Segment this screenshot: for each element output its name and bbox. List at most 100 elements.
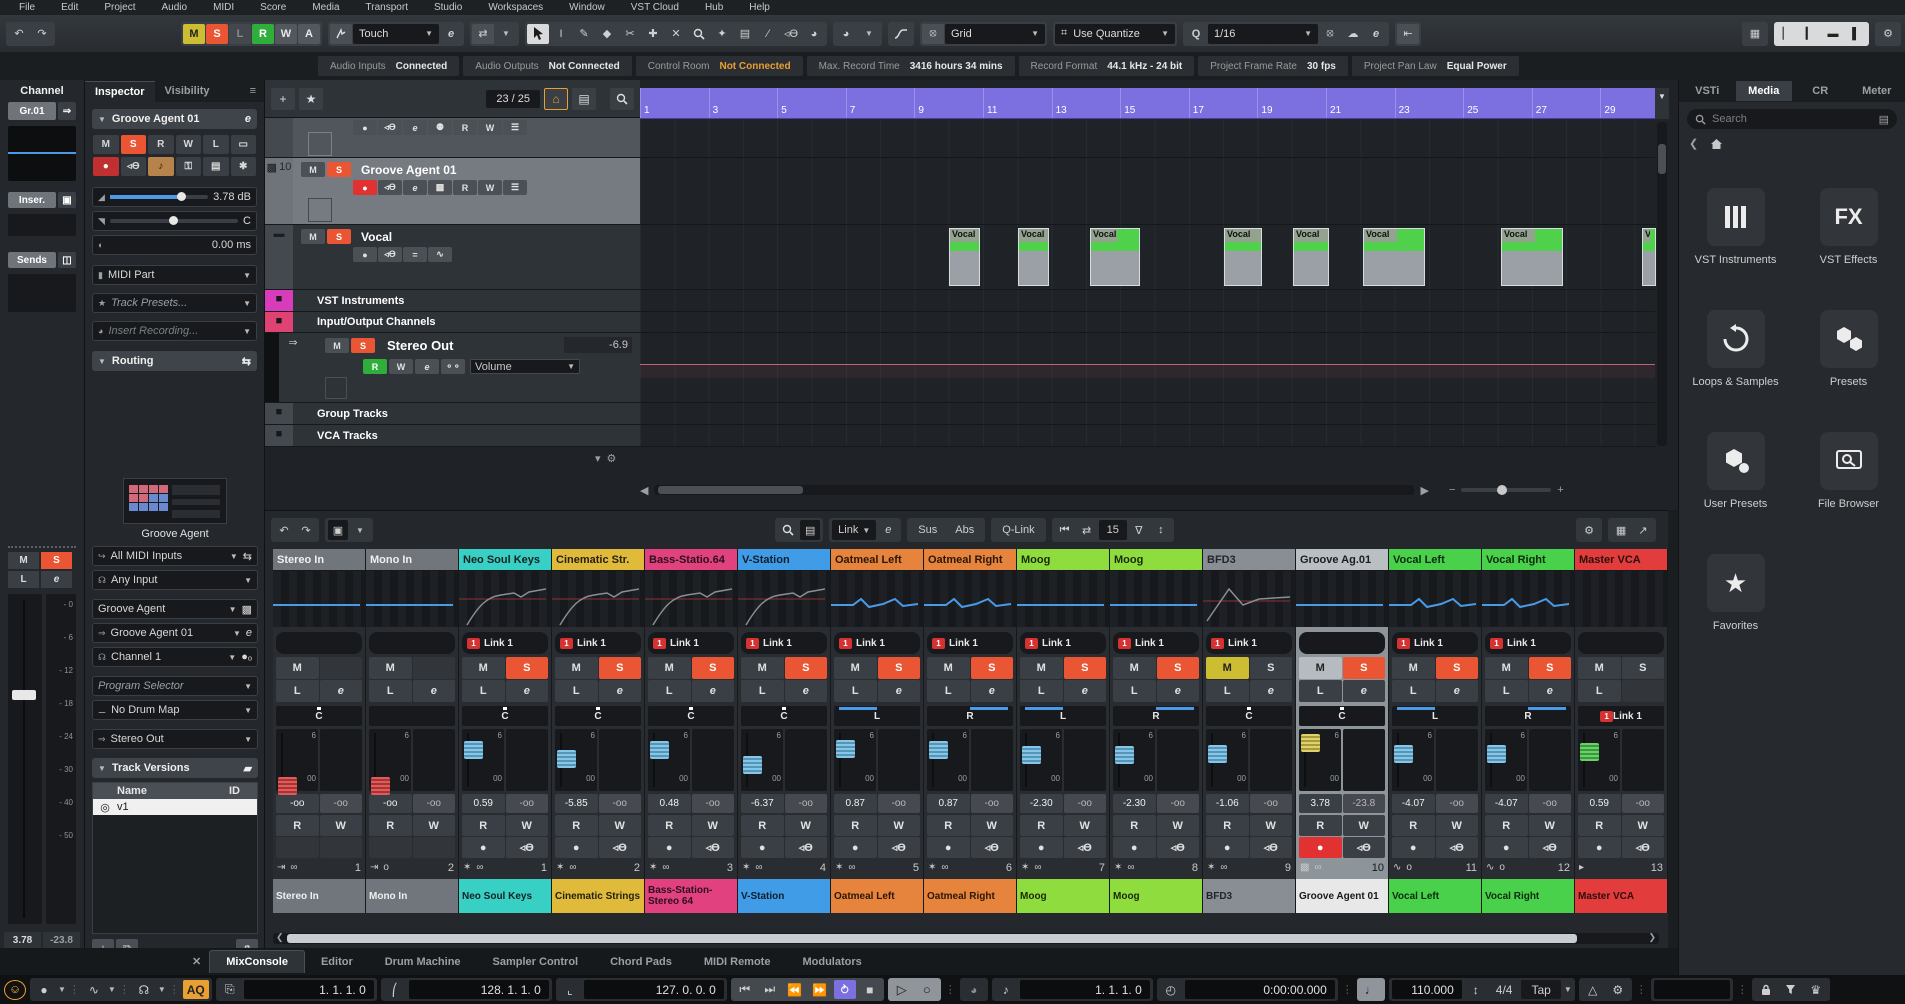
strip-monitor-button[interactable]: ◃Ɵ — [785, 837, 828, 858]
folder-name[interactable]: VCA Tracks — [317, 430, 378, 442]
strip-read-button[interactable]: R — [1485, 815, 1528, 836]
track-row-stereo-out[interactable]: ⇒ M S Stereo Out -6.9 R W e ⚬⚬ Volume▼ — [265, 333, 640, 403]
strip-fader[interactable]: 600 — [1578, 729, 1620, 791]
strip-pan-control[interactable]: C — [555, 706, 641, 726]
media-search-box[interactable]: Search ▤ — [1687, 109, 1897, 129]
strip-fader[interactable]: 600 — [276, 729, 318, 791]
vocal-clip[interactable]: Vocal — [1501, 228, 1563, 286]
midi-activity-dropdown[interactable]: ▼ — [158, 985, 166, 994]
automation-mode-dropdown[interactable]: Touch▼ — [353, 24, 439, 44]
media-tile-favorites[interactable]: ★Favorites — [1686, 554, 1786, 632]
strip-eq-curve[interactable] — [273, 571, 365, 627]
right-tab-meter[interactable]: Meter — [1849, 81, 1905, 101]
tap-tempo-dropdown[interactable]: ▼ — [1564, 985, 1572, 994]
fader-value[interactable]: -6.37 — [741, 794, 784, 813]
strip-write-button[interactable]: W — [1157, 815, 1200, 836]
strip-monitor-button[interactable]: ◃Ɵ — [1343, 837, 1386, 858]
menu-studio[interactable]: Studio — [421, 2, 475, 13]
status-chip[interactable]: Record Format44.1 kHz - 24 bit — [1019, 56, 1195, 76]
strip-pan-control[interactable]: L — [1020, 706, 1106, 726]
play-button[interactable]: ▷ — [891, 980, 913, 999]
home-icon[interactable] — [1710, 138, 1723, 150]
fader-cap[interactable] — [1022, 746, 1041, 764]
fader-value[interactable]: -4.07 — [1392, 794, 1435, 813]
strip-solo-button[interactable]: S — [1064, 657, 1107, 679]
play-tool[interactable]: ◃Ɵ — [780, 24, 802, 44]
abs-button[interactable]: Abs — [947, 520, 982, 540]
tempo-spin-buttons[interactable]: ↕ — [1465, 980, 1487, 999]
track-name[interactable]: Vocal — [361, 230, 392, 244]
tab-visibility[interactable]: Visibility — [155, 81, 220, 101]
edit-button[interactable]: e — [403, 120, 427, 135]
strip-write-button[interactable]: W — [1622, 815, 1665, 836]
vocal-clip[interactable]: Vocal — [949, 228, 980, 286]
strip-name[interactable]: Master VCA — [1575, 549, 1667, 571]
strip-listen-button[interactable]: L — [834, 680, 877, 702]
folder-name[interactable]: Group Tracks — [317, 408, 388, 420]
strip-solo-button[interactable]: S — [1622, 657, 1665, 679]
strip-pan-control[interactable] — [369, 706, 455, 726]
strip-link-indicator[interactable]: 1Link 1 — [1020, 632, 1106, 654]
track-row-vocal[interactable]: ▬ M S Vocal ● ◃Ɵ = ∿ — [265, 225, 640, 290]
peak-value[interactable]: -oo — [1529, 794, 1572, 813]
bank-next-button[interactable]: ⇄ — [1077, 520, 1097, 540]
automation-edit-button[interactable]: e — [440, 24, 462, 44]
strip-record-button[interactable]: ● — [1206, 837, 1249, 858]
strip-read-button[interactable]: R — [1113, 815, 1156, 836]
bank-count[interactable]: 15 — [1099, 520, 1127, 540]
inspector-listen-button[interactable]: L — [203, 135, 229, 154]
strip-read-button[interactable]: R — [1578, 815, 1621, 836]
strip-monitor-button[interactable]: ◃Ɵ — [971, 837, 1014, 858]
media-tile-file-browser[interactable]: File Browser — [1799, 432, 1899, 510]
strip-write-button[interactable]: W — [506, 815, 549, 836]
tap-tempo-button[interactable]: Tap — [1521, 980, 1560, 999]
strip-eq-curve[interactable] — [1017, 571, 1109, 627]
arrange-hscrollbar[interactable] — [654, 485, 1414, 495]
mixer-strip-oatmeal-left[interactable]: Oatmeal Left1Link 1MSLeL6000.87-ooRW●◃Ɵ✶… — [831, 549, 924, 913]
monitor-button[interactable]: ◃Ɵ — [121, 157, 147, 176]
lanes-button[interactable]: ▤ — [203, 157, 229, 176]
strip-monitor-button[interactable]: ◃Ɵ — [1436, 837, 1479, 858]
track-versions-header[interactable]: ▼Track Versions ▰ — [92, 758, 258, 778]
strip-write-button[interactable]: W — [1529, 815, 1572, 836]
fader-value[interactable]: 0.59 — [462, 794, 505, 813]
strip-link-indicator[interactable]: 1Link 1 — [1206, 632, 1292, 654]
tab-editor-left[interactable] — [122, 957, 154, 967]
strip-read-button[interactable]: R — [1392, 815, 1435, 836]
sus-button[interactable]: Sus — [910, 520, 945, 540]
punch-in-icon[interactable]: ◕ — [963, 980, 985, 999]
sends-label[interactable]: Sends — [8, 252, 56, 268]
strip-solo-button[interactable]: S — [1343, 657, 1386, 679]
mixer-hscroll-thumb[interactable] — [287, 934, 1577, 943]
strip-eq-curve[interactable] — [1482, 571, 1574, 627]
keyboard-icon[interactable]: ▩ — [242, 603, 252, 616]
track-name[interactable]: Stereo Out — [387, 338, 453, 353]
bank-prev-button[interactable]: ⏮ — [1055, 520, 1075, 540]
strip-record-button[interactable]: ● — [834, 837, 877, 858]
mute-button[interactable]: M — [301, 162, 325, 177]
strip-mute-button[interactable]: M — [927, 657, 970, 679]
automation-w-button[interactable]: W — [275, 24, 297, 44]
strip-pan-control[interactable]: R — [1485, 706, 1571, 726]
metronome-setup-icon[interactable]: ⚙ — [1607, 980, 1629, 999]
strip-fader[interactable]: 600 — [1020, 729, 1062, 791]
strip-pan-control[interactable]: R — [927, 706, 1013, 726]
fader-cap[interactable] — [836, 740, 855, 758]
track-row-group-tracks[interactable]: ■ Group Tracks — [265, 403, 640, 425]
lanes-button[interactable]: ☰ — [503, 120, 527, 135]
track-row-vca-tracks[interactable]: ■ VCA Tracks — [265, 425, 640, 447]
strip-name[interactable]: Groove Ag.01 — [1296, 549, 1388, 571]
fader-cap[interactable] — [1394, 745, 1413, 763]
mix-settings-icon[interactable]: ⚙ — [1579, 520, 1599, 540]
strip-pan-control[interactable]: C — [462, 706, 548, 726]
strip-name[interactable]: Oatmeal Left — [831, 549, 923, 571]
right-tab-cr[interactable]: CR — [1792, 81, 1849, 101]
lock-icon[interactable] — [1755, 980, 1777, 999]
strip-eq-curve[interactable] — [1575, 571, 1667, 627]
strip-pan-control[interactable]: C — [741, 706, 827, 726]
strip-solo-button[interactable]: S — [1436, 657, 1479, 679]
sends-bypass-icon[interactable]: ◫ — [58, 252, 76, 268]
track-row-groove-agent[interactable]: ▩ 10 M S Groove Agent 01 ● ◃Ɵ e ▩ R W ☰ — [265, 158, 640, 225]
autoscroll-dropdown[interactable]: ▼ — [495, 24, 517, 44]
ruler-options-button[interactable]: ▼ — [1655, 88, 1669, 119]
